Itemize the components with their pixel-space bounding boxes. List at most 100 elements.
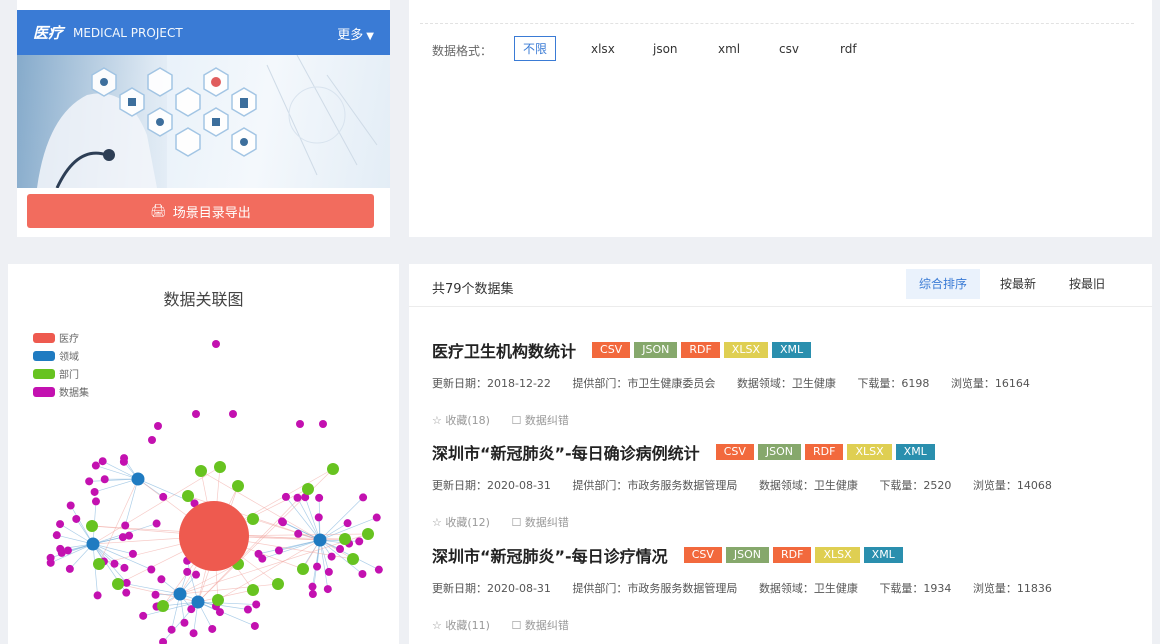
dataset-title[interactable]: 深圳市“新冠肺炎”-每日诊疗情况	[432, 543, 668, 567]
dataset-node[interactable]	[56, 520, 65, 529]
dataset-node[interactable]	[100, 475, 109, 484]
department-node[interactable]	[247, 513, 259, 525]
dataset-node[interactable]	[120, 563, 129, 572]
dataset-node[interactable]	[355, 537, 364, 546]
dataset-node[interactable]	[215, 608, 224, 617]
department-node[interactable]	[297, 563, 309, 575]
dataset-node[interactable]	[121, 521, 130, 530]
dataset-node[interactable]	[314, 513, 323, 522]
dataset-node[interactable]	[167, 625, 176, 634]
tag-xlsx[interactable]: XLSX	[815, 547, 860, 563]
format-option-xml[interactable]: xml	[718, 42, 740, 56]
tag-csv[interactable]: CSV	[592, 342, 631, 358]
dataset-node[interactable]	[327, 552, 336, 561]
department-node[interactable]	[214, 461, 226, 473]
dataset-node[interactable]	[66, 501, 75, 510]
dataset-node[interactable]	[254, 549, 263, 558]
dataset-node[interactable]	[296, 420, 304, 428]
domain-node[interactable]	[131, 472, 145, 486]
sort-oldest-button[interactable]: 按最旧	[1056, 269, 1118, 299]
report-error-link[interactable]: 数据纠错	[525, 619, 569, 632]
export-catalog-button[interactable]: 🖨 场景目录导出	[27, 194, 374, 228]
dataset-node[interactable]	[157, 575, 166, 584]
dataset-node[interactable]	[148, 436, 156, 444]
dataset-node[interactable]	[252, 600, 261, 609]
department-node[interactable]	[247, 584, 259, 596]
tag-rdf[interactable]: RDF	[773, 547, 812, 563]
dataset-node[interactable]	[281, 492, 290, 501]
dataset-node[interactable]	[208, 624, 217, 633]
domain-node[interactable]	[191, 595, 205, 609]
format-option-json[interactable]: json	[653, 42, 678, 56]
dataset-node[interactable]	[63, 546, 72, 555]
dataset-node[interactable]	[229, 410, 237, 418]
dataset-node[interactable]	[56, 544, 65, 553]
relation-graph[interactable]	[8, 264, 399, 644]
department-node[interactable]	[347, 553, 359, 565]
tag-rdf[interactable]: RDF	[805, 444, 844, 460]
department-node[interactable]	[302, 483, 314, 495]
tag-csv[interactable]: CSV	[715, 444, 754, 460]
dataset-node[interactable]	[323, 585, 332, 594]
dataset-node[interactable]	[85, 477, 94, 486]
department-node[interactable]	[195, 465, 207, 477]
dataset-node[interactable]	[46, 553, 55, 562]
dataset-node[interactable]	[336, 545, 345, 554]
department-node[interactable]	[339, 533, 351, 545]
department-node[interactable]	[182, 490, 194, 502]
dataset-node[interactable]	[98, 457, 107, 466]
department-node[interactable]	[232, 480, 244, 492]
tag-xml[interactable]: XML	[863, 547, 903, 563]
tag-csv[interactable]: CSV	[683, 547, 722, 563]
department-node[interactable]	[272, 578, 284, 590]
tag-xml[interactable]: XML	[771, 342, 812, 358]
dataset-node[interactable]	[374, 565, 383, 574]
dataset-node[interactable]	[65, 564, 74, 573]
tag-json[interactable]: JSON	[757, 444, 802, 460]
dataset-node[interactable]	[91, 497, 100, 506]
dataset-node[interactable]	[319, 420, 327, 428]
report-error-link[interactable]: 数据纠错	[525, 516, 569, 529]
dataset-node[interactable]	[315, 493, 324, 502]
format-option-csv[interactable]: csv	[779, 42, 799, 56]
dataset-node[interactable]	[128, 549, 137, 558]
tag-xml[interactable]: XML	[895, 444, 935, 460]
department-node[interactable]	[112, 578, 124, 590]
favorite-button[interactable]: ☆ 收藏(18)	[432, 414, 490, 427]
dataset-node[interactable]	[120, 454, 129, 463]
dataset-node[interactable]	[192, 410, 200, 418]
more-link[interactable]: 更多 ▼	[337, 24, 374, 43]
favorite-button[interactable]: ☆ 收藏(12)	[432, 516, 490, 529]
dataset-node[interactable]	[91, 461, 100, 470]
department-node[interactable]	[93, 558, 105, 570]
dataset-node[interactable]	[372, 513, 381, 522]
tag-xlsx[interactable]: XLSX	[847, 444, 892, 460]
tag-xlsx[interactable]: XLSX	[723, 342, 768, 358]
format-option-rdf[interactable]: rdf	[840, 42, 857, 56]
dataset-node[interactable]	[358, 570, 367, 579]
dataset-node[interactable]	[294, 529, 303, 538]
sort-newest-button[interactable]: 按最新	[987, 269, 1049, 299]
tag-rdf[interactable]: RDF	[681, 342, 720, 358]
domain-node[interactable]	[313, 533, 327, 547]
dataset-node[interactable]	[359, 493, 368, 502]
dataset-node[interactable]	[110, 559, 119, 568]
dataset-node[interactable]	[308, 590, 317, 599]
dataset-node[interactable]	[313, 562, 322, 571]
dataset-node[interactable]	[52, 531, 61, 540]
format-option-xlsx[interactable]: xlsx	[591, 42, 615, 56]
dataset-node[interactable]	[250, 621, 259, 630]
dataset-node[interactable]	[183, 567, 192, 576]
tag-json[interactable]: JSON	[725, 547, 770, 563]
dataset-node[interactable]	[122, 588, 131, 597]
dataset-node[interactable]	[72, 514, 81, 523]
dataset-node[interactable]	[125, 531, 134, 540]
dataset-node[interactable]	[151, 590, 160, 599]
department-node[interactable]	[362, 528, 374, 540]
dataset-node[interactable]	[308, 582, 317, 591]
dataset-node[interactable]	[324, 567, 333, 576]
medical-center-node[interactable]	[179, 501, 249, 571]
dataset-node[interactable]	[212, 340, 220, 348]
dataset-node[interactable]	[93, 591, 102, 600]
dataset-node[interactable]	[192, 570, 201, 579]
